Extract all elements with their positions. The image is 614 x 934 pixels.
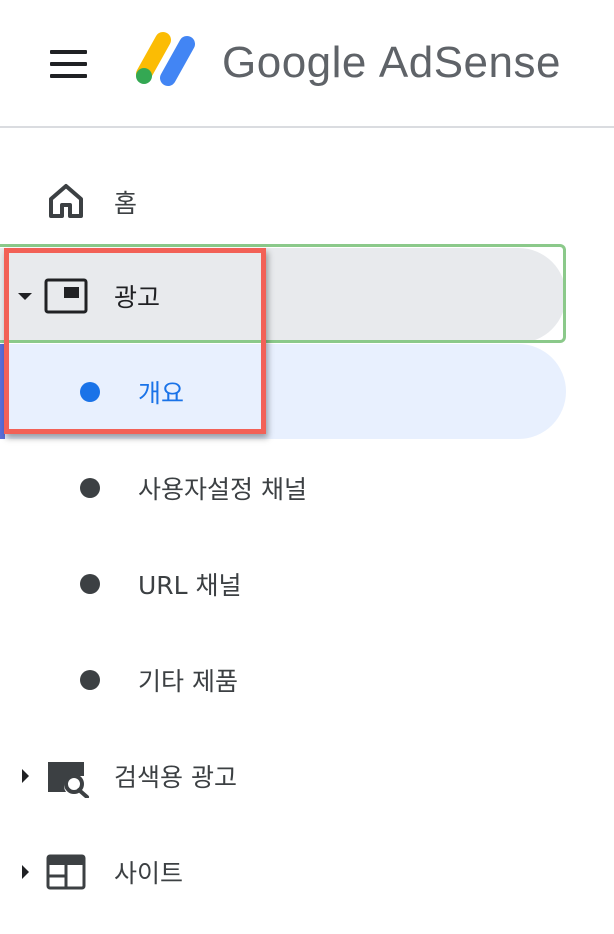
app-header: Google AdSense xyxy=(0,0,614,128)
menu-icon[interactable] xyxy=(50,50,87,78)
sidebar-item-search-ads[interactable]: 검색용 광고 xyxy=(0,728,614,824)
sidebar-subitem-label: 기타 제품 xyxy=(138,667,238,696)
sites-icon xyxy=(46,854,86,890)
sidebar-subitem-label: 사용자설정 채널 xyxy=(138,475,307,504)
bullet-icon xyxy=(80,478,100,498)
brand-product: AdSense xyxy=(378,38,561,87)
sidebar-subitem-other-products[interactable]: 기타 제품 xyxy=(0,632,614,728)
sidebar-item-label: 검색용 광고 xyxy=(114,763,237,792)
search-ads-icon xyxy=(48,762,89,798)
brand-name[interactable]: Google AdSense xyxy=(222,38,561,88)
highlight-box xyxy=(4,248,266,434)
expand-caret-icon[interactable] xyxy=(22,769,29,783)
brand-google: Google xyxy=(222,38,367,87)
bullet-icon xyxy=(80,574,100,594)
sidebar-item-label: 사이트 xyxy=(114,859,184,888)
adsense-logo-icon xyxy=(136,32,195,86)
sidebar-subitem-label: URL 채널 xyxy=(138,571,242,600)
sidebar-item-home[interactable]: 홈 xyxy=(0,154,614,250)
sidebar-item-sites[interactable]: 사이트 xyxy=(0,824,614,920)
sidebar-item-label: 홈 xyxy=(114,189,138,218)
sidebar-subitem-url-channels[interactable]: URL 채널 xyxy=(0,536,614,632)
expand-caret-icon[interactable] xyxy=(22,865,29,879)
sidebar-subitem-custom-channels[interactable]: 사용자설정 채널 xyxy=(0,440,614,536)
home-icon xyxy=(49,184,83,218)
bullet-icon xyxy=(80,670,100,690)
